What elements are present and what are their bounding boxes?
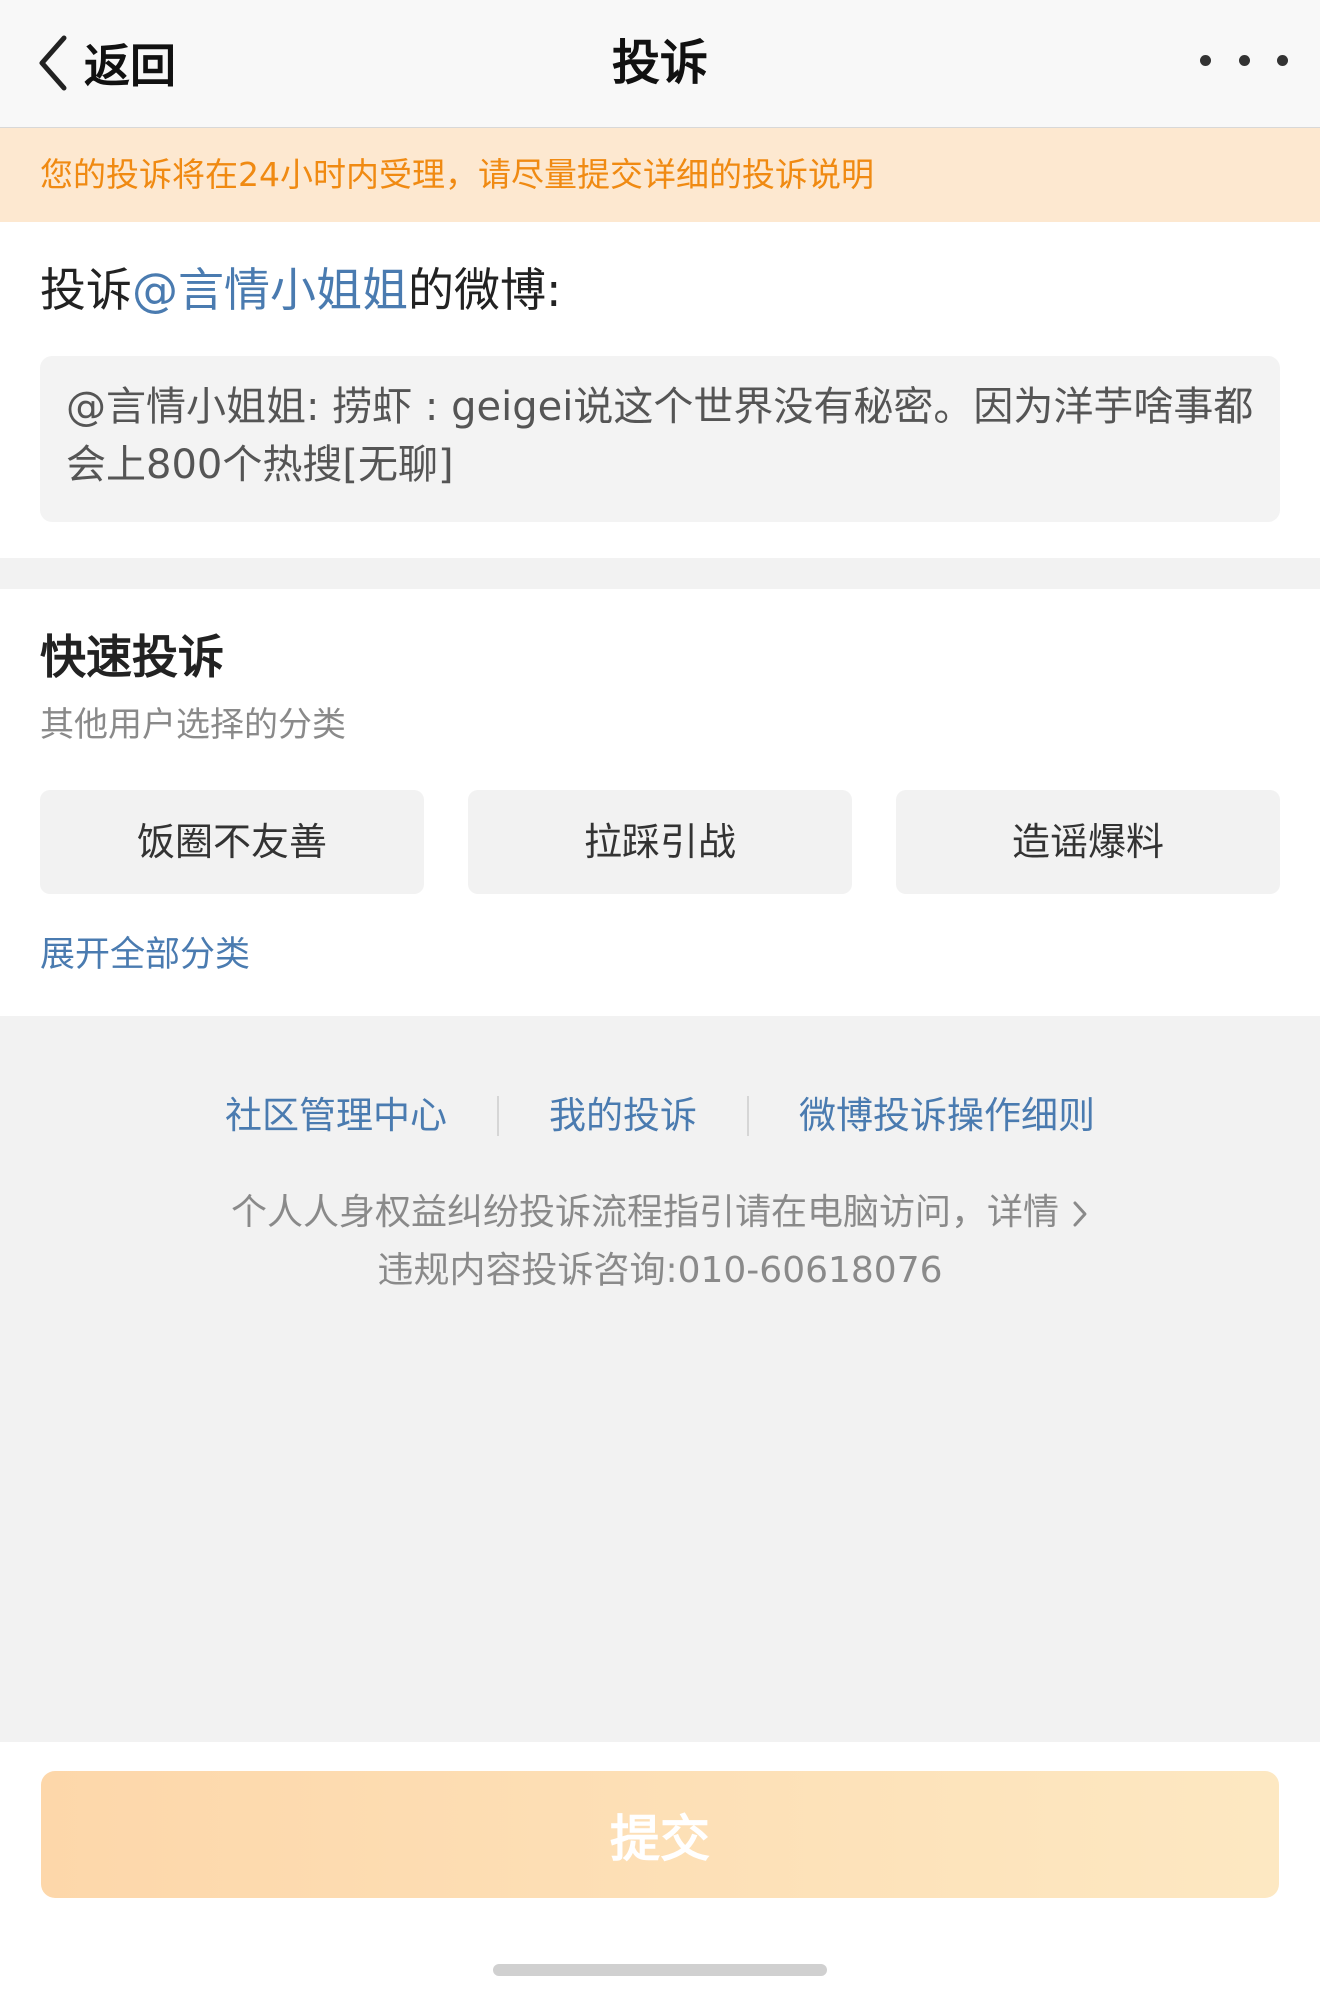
community-center-link[interactable]: 社区管理中心 — [225, 1090, 447, 1142]
footer-bar: 提交 — [0, 1742, 1320, 1998]
quoted-post: @言情小姐姐: 捞虾 : geigei说这个世界没有秘密。因为洋芋啥事都会上80… — [40, 356, 1280, 522]
my-complaints-link[interactable]: 我的投诉 — [549, 1090, 697, 1142]
submit-button[interactable]: 提交 — [41, 1771, 1279, 1898]
category-chips: 饭圈不友善 拉踩引战 造谣爆料 — [40, 790, 1280, 894]
dot — [1277, 54, 1288, 66]
target-suffix: 的微博: — [408, 263, 562, 317]
guide-info-line[interactable]: 个人人身权益纠纷投诉流程指引请在电脑访问，详情 — [0, 1188, 1320, 1238]
navigation-bar: 返回 投诉 — [0, 0, 1320, 128]
divider — [497, 1096, 499, 1136]
notice-banner: 您的投诉将在24小时内受理，请尽量提交详细的投诉说明 — [0, 128, 1320, 222]
dot — [1238, 54, 1250, 66]
guide-info-text: 个人人身权益纠纷投诉流程指引请在电脑访问，详情 — [230, 1192, 1059, 1233]
divider — [747, 1096, 749, 1136]
category-chip[interactable]: 造谣爆料 — [896, 790, 1280, 894]
chevron-right-icon — [1073, 1201, 1087, 1227]
complaint-target-heading: 投诉@言情小姐姐的微博: — [40, 258, 562, 322]
hotline-info: 违规内容投诉咨询:010-60618076 — [377, 1250, 943, 1291]
home-indicator — [493, 1964, 827, 1976]
footer-links: 社区管理中心 我的投诉 微博投诉操作细则 — [0, 1090, 1320, 1142]
complaint-rules-link[interactable]: 微博投诉操作细则 — [799, 1090, 1095, 1142]
more-options-icon[interactable] — [1200, 40, 1288, 80]
dot — [1200, 54, 1211, 66]
target-user-mention[interactable]: @言情小姐姐 — [132, 263, 408, 317]
quick-complaint-subtitle: 其他用户选择的分类 — [40, 705, 346, 745]
target-prefix: 投诉 — [40, 263, 132, 317]
expand-all-categories-link[interactable]: 展开全部分类 — [40, 929, 250, 981]
complaint-target-card: 投诉@言情小姐姐的微博: @言情小姐姐: 捞虾 : geigei说这个世界没有秘… — [0, 222, 1320, 558]
quick-complaint-card: 快速投诉 其他用户选择的分类 饭圈不友善 拉踩引战 造谣爆料 展开全部分类 — [0, 589, 1320, 1016]
quick-complaint-title: 快速投诉 — [40, 630, 224, 684]
category-chip[interactable]: 拉踩引战 — [468, 790, 852, 894]
page-title: 投诉 — [611, 35, 708, 91]
category-chip[interactable]: 饭圈不友善 — [40, 790, 424, 894]
